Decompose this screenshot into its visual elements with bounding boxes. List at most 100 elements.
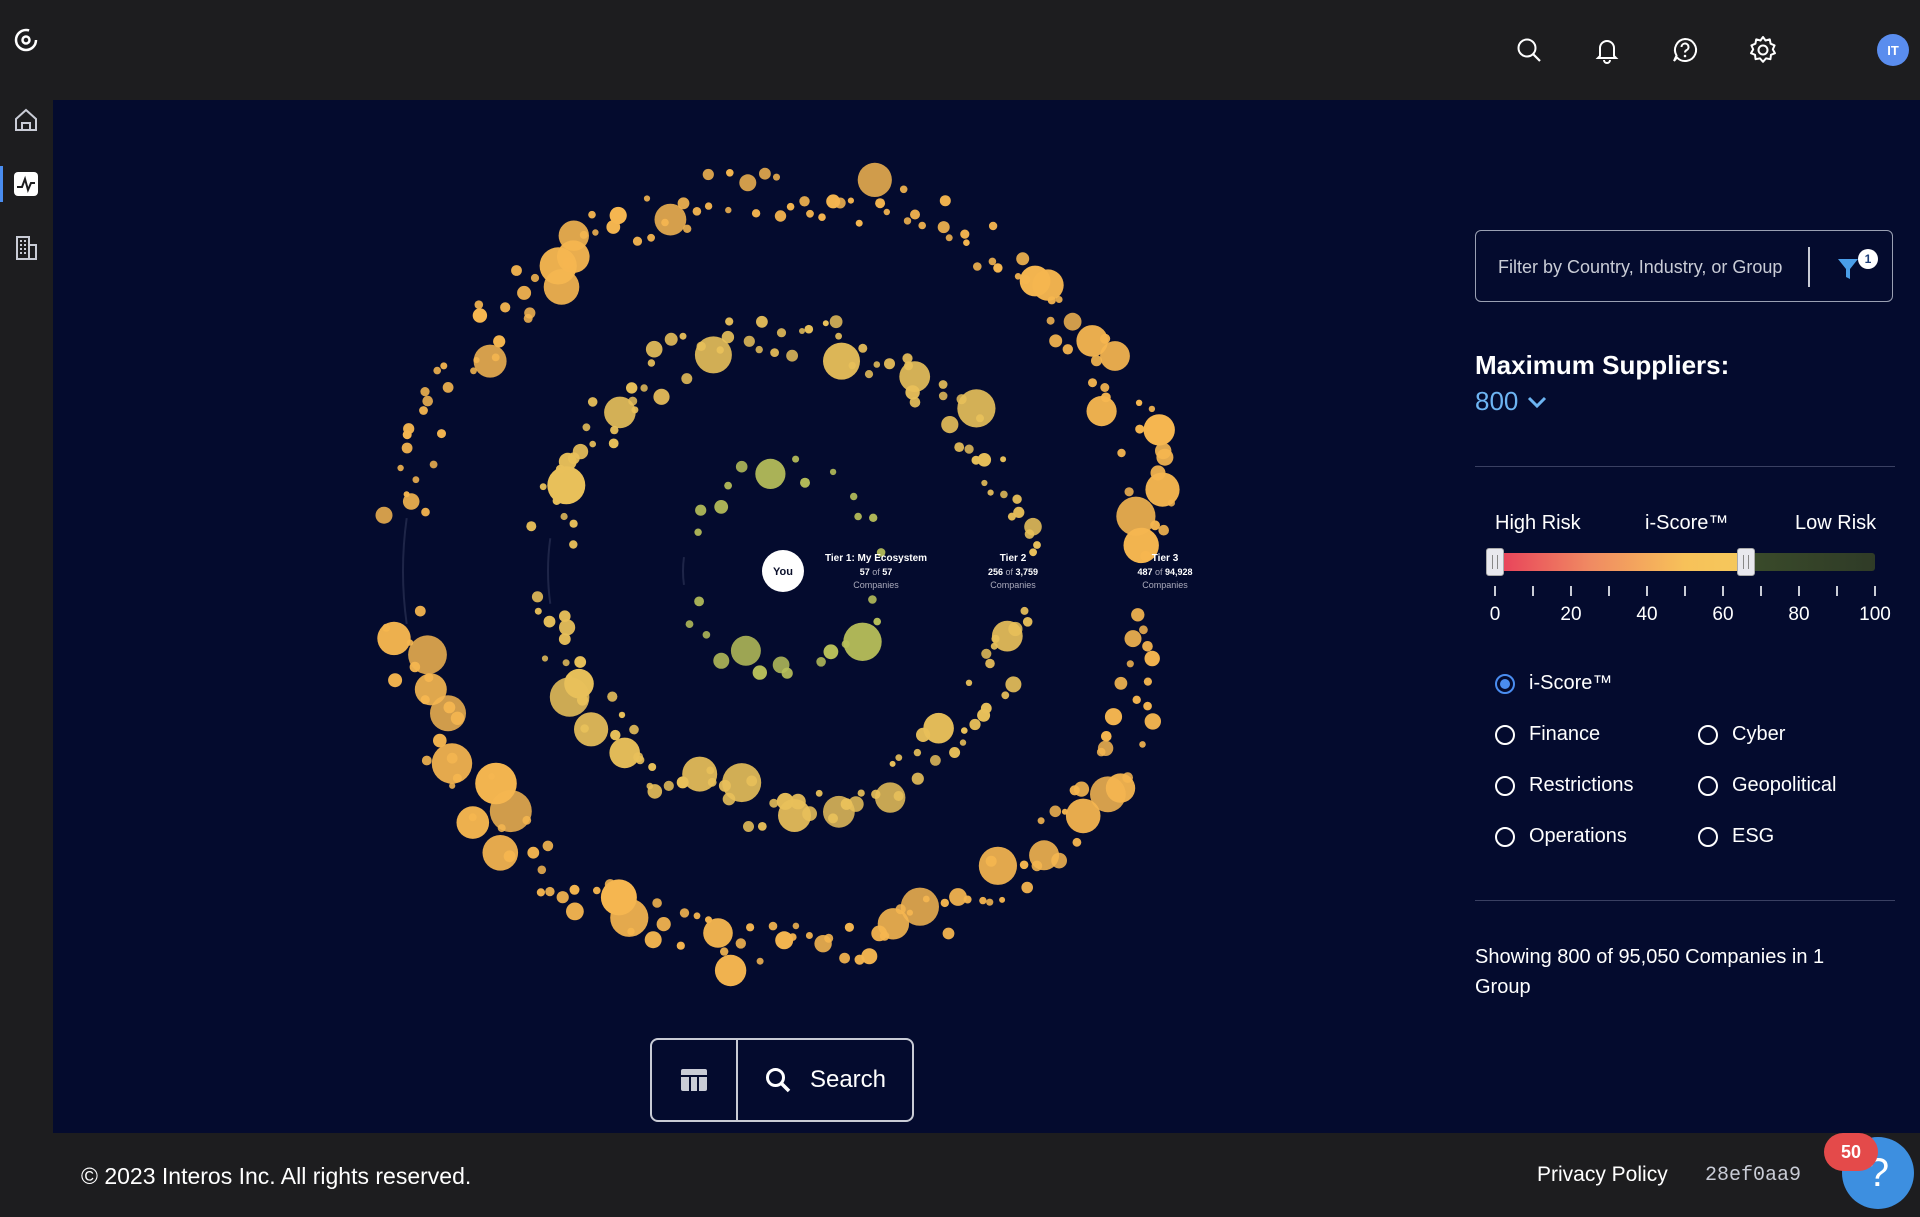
- supplier-bubble[interactable]: [977, 453, 992, 467]
- supplier-bubble[interactable]: [474, 300, 484, 309]
- supplier-bubble[interactable]: [1142, 641, 1153, 652]
- supplier-bubble[interactable]: [718, 779, 731, 792]
- supplier-bubble[interactable]: [682, 756, 718, 792]
- supplier-bubble[interactable]: [903, 217, 912, 225]
- supplier-bubble[interactable]: [632, 236, 643, 246]
- supplier-bubble[interactable]: [959, 739, 967, 746]
- supplier-bubble[interactable]: [1065, 798, 1101, 834]
- supplier-bubble[interactable]: [913, 748, 922, 757]
- supplier-bubble[interactable]: [608, 438, 619, 449]
- privacy-policy-link[interactable]: Privacy Policy: [1537, 1163, 1668, 1187]
- supplier-bubble[interactable]: [562, 659, 570, 667]
- supplier-bubble[interactable]: [564, 668, 594, 699]
- supplier-bubble[interactable]: [647, 233, 655, 242]
- supplier-bubble[interactable]: [694, 528, 702, 536]
- supplier-bubble[interactable]: [806, 209, 814, 218]
- supplier-bubble[interactable]: [757, 822, 767, 831]
- supplier-bubble[interactable]: [899, 185, 908, 194]
- supplier-bubble[interactable]: [542, 840, 554, 852]
- supplier-bubble[interactable]: [1144, 650, 1160, 667]
- score-slider-min-handle[interactable]: [1486, 548, 1504, 576]
- supplier-bubble[interactable]: [676, 941, 685, 950]
- supplier-bubble[interactable]: [857, 162, 892, 197]
- supplier-bubble[interactable]: [403, 423, 415, 435]
- supplier-bubble[interactable]: [854, 512, 862, 521]
- supplier-bubble[interactable]: [1047, 296, 1056, 305]
- supplier-bubble[interactable]: [419, 406, 428, 415]
- supplier-bubble[interactable]: [1144, 713, 1162, 730]
- supplier-bubble[interactable]: [985, 855, 997, 867]
- supplier-bubble[interactable]: [720, 947, 729, 956]
- supplier-bubble[interactable]: [408, 635, 447, 675]
- supplier-bubble[interactable]: [1117, 448, 1126, 458]
- supplier-bubble[interactable]: [823, 795, 855, 828]
- supplier-bubble[interactable]: [714, 954, 747, 987]
- supplier-bubble[interactable]: [805, 932, 813, 939]
- supplier-bubble[interactable]: [1029, 548, 1037, 557]
- supplier-bubble[interactable]: [545, 886, 555, 897]
- radio-geopolitical[interactable]: Geopolitical: [1698, 774, 1837, 797]
- supplier-bubble[interactable]: [1046, 316, 1055, 325]
- supplier-bubble[interactable]: [1143, 677, 1152, 686]
- supplier-bubble[interactable]: [816, 657, 826, 667]
- supplier-bubble[interactable]: [726, 169, 734, 177]
- supplier-bubble[interactable]: [850, 492, 858, 501]
- supplier-bubble[interactable]: [1096, 747, 1106, 757]
- radio-restrictions[interactable]: Restrictions: [1495, 774, 1633, 797]
- supplier-bubble[interactable]: [527, 846, 540, 859]
- supplier-bubble[interactable]: [906, 909, 914, 916]
- supplier-bubble[interactable]: [942, 927, 955, 940]
- supplier-bubble[interactable]: [1135, 424, 1145, 434]
- supplier-bubble[interactable]: [776, 328, 787, 338]
- supplier-bubble[interactable]: [945, 234, 953, 242]
- supplier-bubble[interactable]: [704, 202, 713, 210]
- supplier-bubble[interactable]: [547, 466, 586, 505]
- supplier-bubble[interactable]: [679, 332, 687, 340]
- supplier-bubble[interactable]: [841, 640, 850, 649]
- supplier-bubble[interactable]: [735, 938, 746, 949]
- supplier-bubble[interactable]: [569, 519, 578, 528]
- supplier-bubble[interactable]: [988, 221, 998, 231]
- supplier-bubble[interactable]: [873, 617, 881, 626]
- supplier-bubble[interactable]: [488, 773, 495, 780]
- supplier-bubble[interactable]: [609, 206, 627, 225]
- supplier-bubble[interactable]: [437, 429, 446, 439]
- supplier-bubble[interactable]: [988, 257, 997, 266]
- supplier-bubble[interactable]: [1156, 448, 1174, 466]
- score-slider-max-handle[interactable]: [1736, 548, 1755, 576]
- supplier-bubble[interactable]: [534, 607, 542, 615]
- supplier-bubble[interactable]: [375, 506, 393, 524]
- supplier-bubble[interactable]: [991, 634, 1000, 643]
- supplier-bubble[interactable]: [714, 500, 729, 514]
- supplier-bubble[interactable]: [963, 239, 970, 246]
- supplier-bubble[interactable]: [800, 477, 810, 488]
- supplier-bubble[interactable]: [604, 879, 616, 890]
- supplier-bubble[interactable]: [1100, 341, 1130, 371]
- supplier-bubble[interactable]: [589, 440, 596, 448]
- supplier-bubble[interactable]: [835, 332, 842, 340]
- supplier-bubble[interactable]: [582, 423, 591, 432]
- supplier-bubble[interactable]: [429, 460, 438, 469]
- supplier-bubble[interactable]: [990, 642, 998, 650]
- supplier-bubble[interactable]: [566, 674, 573, 681]
- supplier-bubble[interactable]: [814, 935, 832, 953]
- supplier-bubble[interactable]: [569, 884, 580, 895]
- supplier-bubble[interactable]: [702, 631, 711, 639]
- supplier-bubble[interactable]: [539, 483, 547, 491]
- supplier-bubble[interactable]: [756, 957, 764, 965]
- supplier-bubble[interactable]: [895, 754, 903, 761]
- supplier-bubble[interactable]: [592, 229, 599, 236]
- supplier-bubble[interactable]: [1037, 817, 1045, 825]
- home-icon[interactable]: [8, 102, 44, 138]
- supplier-bubble[interactable]: [421, 755, 432, 766]
- supplier-bubble[interactable]: [818, 213, 826, 221]
- supplier-bubble[interactable]: [725, 317, 734, 326]
- supplier-bubble[interactable]: [475, 762, 517, 805]
- supplier-bubble[interactable]: [653, 388, 670, 405]
- search-button[interactable]: Search: [738, 1040, 912, 1120]
- supplier-bubble[interactable]: [1022, 617, 1033, 627]
- table-view-button[interactable]: [652, 1040, 738, 1120]
- supplier-bubble[interactable]: [424, 673, 434, 683]
- supplier-bubble[interactable]: [905, 385, 920, 400]
- supplier-bubble[interactable]: [1140, 550, 1152, 562]
